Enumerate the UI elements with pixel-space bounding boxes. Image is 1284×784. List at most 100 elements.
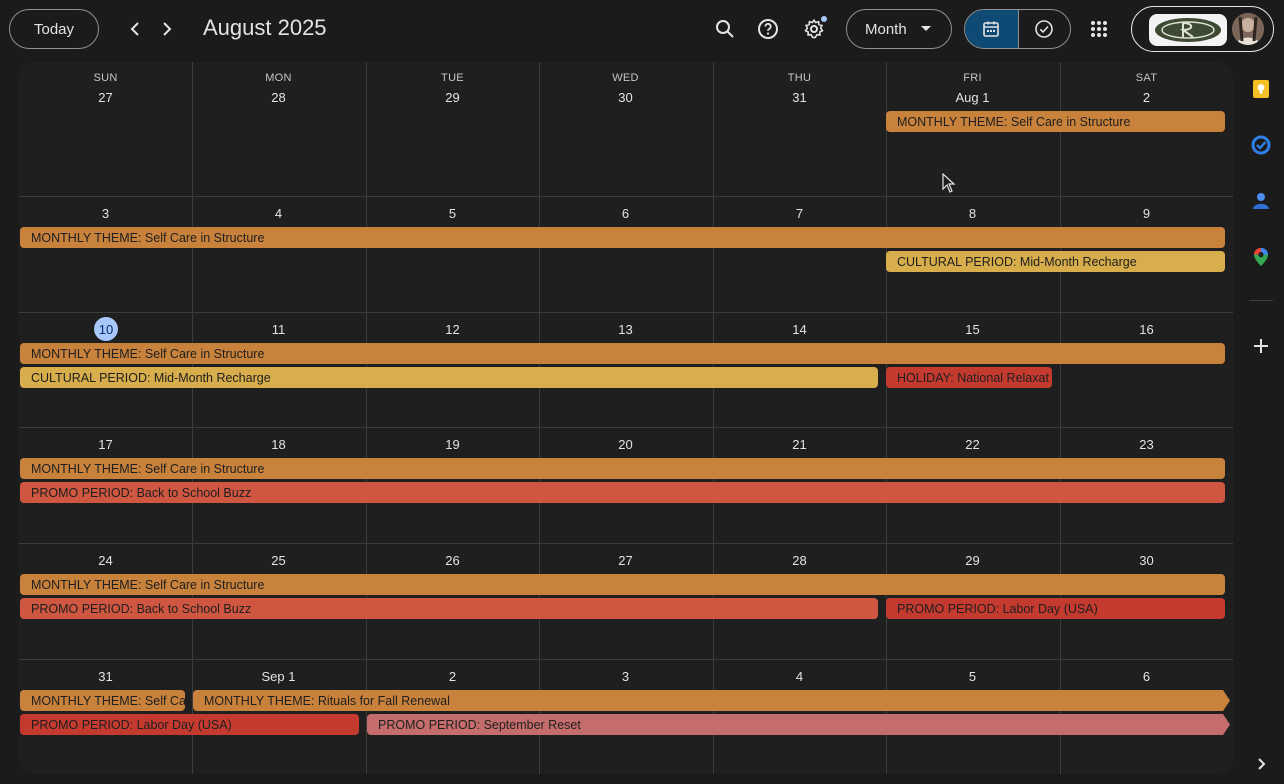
today-marker[interactable]: 10 — [94, 317, 118, 341]
day-number[interactable]: 31 — [19, 669, 192, 684]
grid-line — [19, 427, 1233, 428]
notification-dot — [821, 16, 827, 22]
search-button[interactable] — [708, 12, 742, 46]
day-number[interactable]: 9 — [1060, 206, 1233, 221]
event-promo-period[interactable]: PROMO PERIOD: Labor Day (USA) — [20, 714, 359, 735]
day-number[interactable]: Sep 1 — [192, 669, 365, 684]
day-number[interactable]: 27 — [19, 90, 192, 105]
event-monthly-theme[interactable]: MONTHLY THEME: Rituals for Fall Renewal — [193, 690, 1230, 711]
event-promo-period[interactable]: PROMO PERIOD: Back to School Buzz — [20, 598, 878, 619]
day-number[interactable]: 5 — [886, 669, 1059, 684]
day-number[interactable]: 15 — [886, 322, 1059, 337]
event-monthly-theme[interactable]: MONTHLY THEME: Self Care in Structure — [20, 343, 1225, 364]
today-button[interactable]: Today — [9, 9, 99, 49]
day-number[interactable]: 4 — [192, 206, 365, 221]
event-monthly-theme[interactable]: MONTHLY THEME: Self Care in Structure — [20, 227, 1225, 248]
day-number[interactable]: 4 — [713, 669, 886, 684]
mouse-cursor — [942, 172, 956, 198]
plus-icon — [1254, 339, 1268, 353]
weekday-header: SAT — [1135, 72, 1158, 84]
next-month-button[interactable] — [154, 16, 180, 42]
day-number[interactable]: 3 — [539, 669, 712, 684]
day-number[interactable]: 21 — [713, 437, 886, 452]
day-number[interactable]: 25 — [192, 553, 365, 568]
weekday-header: MON — [265, 72, 292, 84]
day-number[interactable]: 12 — [366, 322, 539, 337]
contacts-button[interactable] — [1251, 191, 1271, 211]
chevron-left-icon — [130, 22, 139, 36]
settings-button[interactable] — [797, 12, 831, 46]
day-number[interactable]: 27 — [539, 553, 712, 568]
day-number[interactable]: 5 — [366, 206, 539, 221]
day-number[interactable]: 29 — [886, 553, 1059, 568]
day-number[interactable]: 2 — [1060, 90, 1233, 105]
day-number[interactable]: 11 — [192, 322, 365, 337]
keep-icon — [1253, 80, 1269, 98]
previous-month-button[interactable] — [122, 16, 148, 42]
day-number[interactable]: Aug 1 — [886, 90, 1059, 105]
check-circle-icon — [1035, 20, 1054, 38]
day-number[interactable]: 2 — [366, 669, 539, 684]
event-promo-period[interactable]: PROMO PERIOD: Labor Day (USA) — [886, 598, 1225, 619]
day-number[interactable]: 23 — [1060, 437, 1233, 452]
grid-line — [539, 62, 540, 774]
day-number[interactable]: 18 — [192, 437, 365, 452]
weekday-header: FRI — [963, 72, 982, 84]
keep-button[interactable] — [1251, 79, 1271, 99]
event-monthly-theme[interactable]: MONTHLY THEME: Self Care in Structure — [20, 458, 1225, 479]
view-select[interactable]: Month — [846, 9, 952, 49]
day-number[interactable]: 30 — [1060, 553, 1233, 568]
side-panel — [1240, 62, 1284, 784]
day-number[interactable]: 26 — [366, 553, 539, 568]
day-number[interactable]: 24 — [19, 553, 192, 568]
get-addons-button[interactable] — [1251, 336, 1271, 356]
calendar-view-button[interactable] — [965, 10, 1018, 48]
day-number[interactable]: 30 — [539, 90, 712, 105]
tasks-view-button[interactable] — [1017, 10, 1071, 48]
day-number[interactable]: 16 — [1060, 322, 1233, 337]
day-number[interactable]: 22 — [886, 437, 1059, 452]
event-promo-period[interactable]: PROMO PERIOD: Back to School Buzz — [20, 482, 1225, 503]
day-number[interactable]: 20 — [539, 437, 712, 452]
grid-line — [886, 62, 887, 774]
event-holiday[interactable]: HOLIDAY: National Relaxat — [886, 367, 1052, 388]
event-promo-period[interactable]: PROMO PERIOD: September Reset — [367, 714, 1230, 735]
day-number[interactable]: 29 — [366, 90, 539, 105]
account-switcher[interactable] — [1131, 6, 1274, 52]
avatar[interactable] — [1232, 13, 1264, 45]
day-number[interactable]: 6 — [1060, 669, 1233, 684]
day-number[interactable]: 31 — [713, 90, 886, 105]
day-number[interactable]: 13 — [539, 322, 712, 337]
day-number[interactable]: 28 — [713, 553, 886, 568]
event-monthly-theme[interactable]: MONTHLY THEME: Self Care in Structure — [886, 111, 1225, 132]
day-number[interactable]: 8 — [886, 206, 1059, 221]
maps-button[interactable] — [1251, 247, 1271, 267]
calendar-tasks-toggle — [964, 9, 1071, 49]
apps-button[interactable] — [1082, 12, 1116, 46]
day-number[interactable]: 6 — [539, 206, 712, 221]
event-cultural-period[interactable]: CULTURAL PERIOD: Mid-Month Recharge — [20, 367, 878, 388]
event-monthly-theme[interactable]: MONTHLY THEME: Self Ca — [20, 690, 185, 711]
day-number[interactable]: 3 — [19, 206, 192, 221]
grid-line — [366, 62, 367, 774]
event-cultural-period[interactable]: CULTURAL PERIOD: Mid-Month Recharge — [886, 251, 1225, 272]
grid-line — [1060, 62, 1061, 774]
day-number[interactable]: 7 — [713, 206, 886, 221]
cursor-icon — [942, 172, 956, 193]
contacts-icon — [1253, 193, 1269, 209]
day-number[interactable]: 28 — [192, 90, 365, 105]
weekday-header: SUN — [93, 72, 118, 84]
day-number[interactable]: 17 — [19, 437, 192, 452]
grid-line — [19, 543, 1233, 544]
grid-line — [19, 312, 1233, 313]
help-button[interactable] — [751, 12, 785, 46]
day-number[interactable]: 19 — [366, 437, 539, 452]
tasks-icon — [1251, 135, 1271, 155]
event-monthly-theme[interactable]: MONTHLY THEME: Self Care in Structure — [20, 574, 1225, 595]
expand-panel-button[interactable] — [1251, 754, 1271, 774]
tasks-button[interactable] — [1251, 135, 1271, 155]
day-number[interactable]: 14 — [713, 322, 886, 337]
grid-line — [192, 62, 193, 774]
view-select-label: Month — [865, 20, 907, 38]
grid-line — [713, 62, 714, 774]
